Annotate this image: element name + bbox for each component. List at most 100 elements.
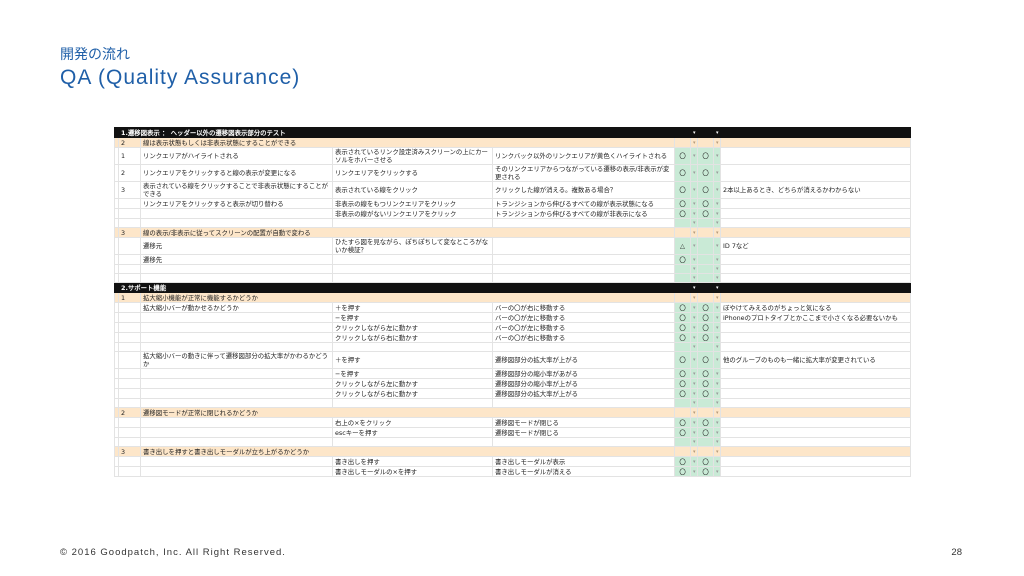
test-item-cell[interactable] bbox=[140, 437, 333, 447]
note-cell[interactable]: iPhoneのプロトタイプとかここまで小さくなる必要ないかも bbox=[720, 312, 912, 323]
test-item-cell[interactable]: 遷移先 bbox=[140, 254, 333, 265]
result-cell[interactable] bbox=[674, 282, 692, 293]
dropdown-arrow-icon[interactable]: ▾ bbox=[690, 237, 699, 255]
check1-cell[interactable]: 〇 bbox=[674, 322, 692, 333]
dropdown-arrow-icon[interactable]: ▾ bbox=[690, 218, 699, 228]
expected-result-cell[interactable]: 遷移図部分の拡大率が上がる bbox=[491, 388, 676, 399]
expected-result-cell[interactable]: 書き出しモーダルが消える bbox=[491, 466, 676, 477]
check1-cell[interactable]: 〇 bbox=[674, 368, 692, 379]
check2-cell[interactable]: 〇 bbox=[697, 312, 715, 323]
number-cell[interactable] bbox=[118, 322, 141, 333]
dropdown-arrow-icon[interactable]: ▾ bbox=[690, 302, 699, 313]
dropdown-arrow-icon[interactable]: ▾ bbox=[690, 342, 699, 352]
number-cell[interactable]: 3 bbox=[118, 446, 141, 457]
dropdown-arrow-icon[interactable]: ▾ bbox=[690, 368, 699, 379]
check2-cell[interactable]: 〇 bbox=[697, 427, 715, 438]
test-item-cell[interactable]: リンクエリアをクリックすると線の表示が変更になる bbox=[140, 164, 333, 182]
note-cell[interactable] bbox=[720, 368, 912, 379]
check2-cell[interactable]: 〇 bbox=[697, 456, 715, 467]
test-item-cell[interactable] bbox=[140, 218, 333, 228]
note-cell[interactable] bbox=[720, 254, 912, 265]
result-cell[interactable] bbox=[674, 137, 692, 148]
operation-cell[interactable]: −を押す bbox=[332, 368, 493, 379]
check2-cell[interactable]: 〇 bbox=[697, 181, 715, 199]
dropdown-arrow-icon[interactable]: ▾ bbox=[690, 254, 699, 265]
test-item-cell[interactable]: リンクエリアをクリックすると表示が切り替わる bbox=[140, 198, 333, 209]
test-item-cell[interactable] bbox=[140, 322, 333, 333]
number-cell[interactable] bbox=[118, 437, 141, 447]
operation-cell[interactable]: クリックしながら右に動かす bbox=[332, 388, 493, 399]
dropdown-arrow-icon[interactable]: ▾ bbox=[690, 407, 699, 418]
dropdown-arrow-icon[interactable]: ▾ bbox=[713, 437, 722, 447]
dropdown-arrow-icon[interactable]: ▾ bbox=[713, 446, 722, 457]
note-cell[interactable] bbox=[720, 332, 912, 343]
check1-cell[interactable] bbox=[674, 273, 692, 283]
check2-cell[interactable] bbox=[697, 342, 715, 352]
operation-cell[interactable]: 非表示の線をもつリンクエリアをクリック bbox=[332, 198, 493, 209]
number-cell[interactable] bbox=[118, 388, 141, 399]
dropdown-arrow-icon[interactable]: ▾ bbox=[690, 127, 699, 138]
test-item-cell[interactable] bbox=[140, 427, 333, 438]
section-title-cell[interactable]: 拡大縮小機能が正常に機能するかどうか bbox=[139, 292, 676, 303]
dropdown-arrow-icon[interactable]: ▾ bbox=[690, 446, 699, 457]
check2-cell[interactable]: 〇 bbox=[697, 332, 715, 343]
note-cell[interactable] bbox=[720, 456, 912, 467]
note-cell[interactable] bbox=[720, 292, 912, 303]
dropdown-arrow-icon[interactable]: ▾ bbox=[690, 208, 699, 219]
note-cell[interactable] bbox=[720, 466, 912, 477]
dropdown-arrow-icon[interactable]: ▾ bbox=[713, 181, 722, 199]
dropdown-arrow-icon[interactable]: ▾ bbox=[690, 437, 699, 447]
expected-result-cell[interactable] bbox=[491, 237, 676, 255]
check1-cell[interactable]: 〇 bbox=[674, 164, 692, 182]
expected-result-cell[interactable]: 遷移図部分の縮小率があがる bbox=[491, 368, 676, 379]
number-cell[interactable] bbox=[118, 398, 141, 408]
operation-cell[interactable] bbox=[332, 254, 493, 265]
result-cell[interactable] bbox=[697, 292, 715, 303]
dropdown-arrow-icon[interactable]: ▾ bbox=[690, 181, 699, 199]
number-cell[interactable] bbox=[118, 417, 141, 428]
dropdown-arrow-icon[interactable]: ▾ bbox=[713, 368, 722, 379]
check2-cell[interactable] bbox=[697, 273, 715, 283]
number-cell[interactable] bbox=[118, 237, 141, 255]
expected-result-cell[interactable]: バーの〇が右に移動する bbox=[491, 302, 676, 313]
note-cell[interactable] bbox=[720, 378, 912, 389]
result-cell[interactable] bbox=[674, 292, 692, 303]
result-cell[interactable] bbox=[697, 137, 715, 148]
dropdown-arrow-icon[interactable]: ▾ bbox=[713, 127, 722, 138]
operation-cell[interactable]: ひたすら図を見ながら、ぽちぽちして変なところがないか検証？ bbox=[332, 237, 493, 255]
expected-result-cell[interactable]: 遷移図モードが閉じる bbox=[491, 417, 676, 428]
number-cell[interactable] bbox=[118, 342, 141, 352]
note-cell[interactable] bbox=[720, 227, 912, 238]
operation-cell[interactable] bbox=[332, 264, 493, 274]
dropdown-arrow-icon[interactable]: ▾ bbox=[690, 282, 699, 293]
number-cell[interactable] bbox=[118, 254, 141, 265]
test-item-cell[interactable]: 拡大縮小バーの動きに伴って遷移図部分の拡大率がかわるかどうか bbox=[140, 351, 333, 369]
dropdown-arrow-icon[interactable]: ▾ bbox=[713, 264, 722, 274]
dropdown-arrow-icon[interactable]: ▾ bbox=[713, 407, 722, 418]
dropdown-arrow-icon[interactable]: ▾ bbox=[713, 227, 722, 238]
operation-cell[interactable]: クリックしながら左に動かす bbox=[332, 322, 493, 333]
test-item-cell[interactable]: リンクエリアがハイライトされる bbox=[140, 147, 333, 165]
dropdown-arrow-icon[interactable]: ▾ bbox=[690, 417, 699, 428]
check2-cell[interactable]: 〇 bbox=[697, 388, 715, 399]
number-cell[interactable]: 3 bbox=[118, 181, 141, 199]
section-header-cell[interactable]: 2.サポート機能 bbox=[117, 282, 676, 293]
dropdown-arrow-icon[interactable]: ▾ bbox=[690, 273, 699, 283]
dropdown-arrow-icon[interactable]: ▾ bbox=[713, 312, 722, 323]
number-cell[interactable] bbox=[118, 332, 141, 343]
operation-cell[interactable]: 表示されているリンク設定済みスクリーンの上にカーソルをホバーさせる bbox=[332, 147, 493, 165]
number-cell[interactable] bbox=[118, 368, 141, 379]
test-item-cell[interactable] bbox=[140, 208, 333, 219]
number-cell[interactable] bbox=[118, 466, 141, 477]
dropdown-arrow-icon[interactable]: ▾ bbox=[713, 164, 722, 182]
dropdown-arrow-icon[interactable]: ▾ bbox=[713, 427, 722, 438]
number-cell[interactable] bbox=[118, 302, 141, 313]
result-cell[interactable] bbox=[674, 446, 692, 457]
expected-result-cell[interactable]: 遷移図モードが閉じる bbox=[491, 427, 676, 438]
result-cell[interactable] bbox=[697, 282, 715, 293]
check1-cell[interactable]: 〇 bbox=[674, 181, 692, 199]
dropdown-arrow-icon[interactable]: ▾ bbox=[690, 137, 699, 148]
note-cell[interactable] bbox=[720, 273, 912, 283]
note-cell[interactable] bbox=[720, 342, 912, 352]
operation-cell[interactable]: 非表示の線がないリンクエリアをクリック bbox=[332, 208, 493, 219]
